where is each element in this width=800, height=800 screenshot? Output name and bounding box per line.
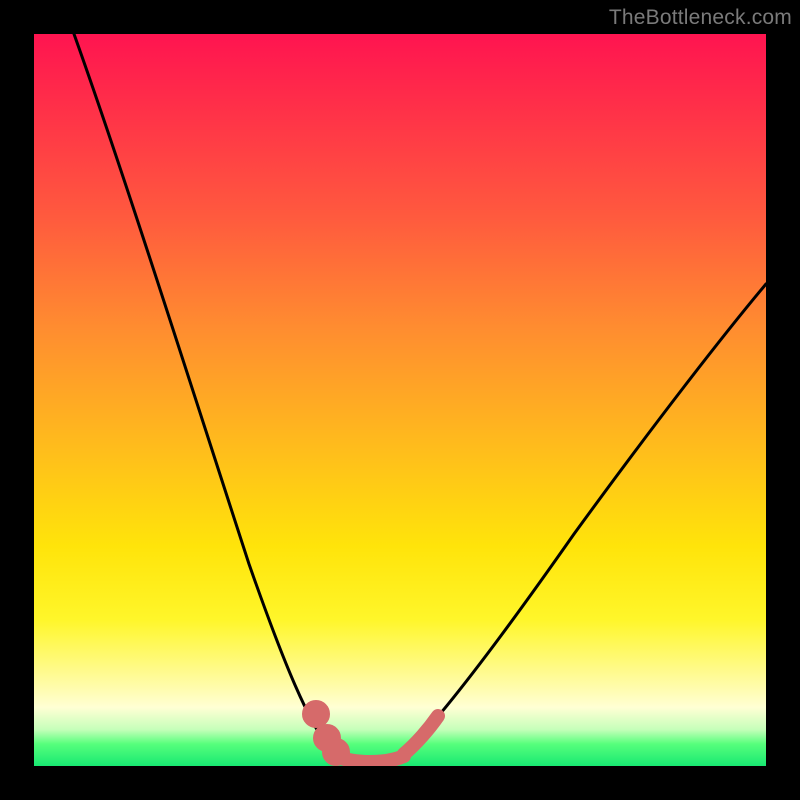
marker-bottom-stroke bbox=[336, 756, 404, 762]
chart-plot-area bbox=[34, 34, 766, 766]
curve-bottom bbox=[332, 752, 406, 761]
marker-group bbox=[309, 707, 438, 762]
bottleneck-curve bbox=[34, 34, 766, 766]
watermark-text: TheBottleneck.com bbox=[609, 6, 792, 30]
curve-right-branch bbox=[406, 284, 766, 752]
marker-dot bbox=[329, 745, 343, 759]
marker-right-stroke bbox=[404, 716, 438, 754]
marker-dot bbox=[320, 731, 334, 745]
marker-dot bbox=[309, 707, 323, 721]
curve-left-branch bbox=[74, 34, 332, 752]
chart-frame: TheBottleneck.com bbox=[0, 0, 800, 800]
